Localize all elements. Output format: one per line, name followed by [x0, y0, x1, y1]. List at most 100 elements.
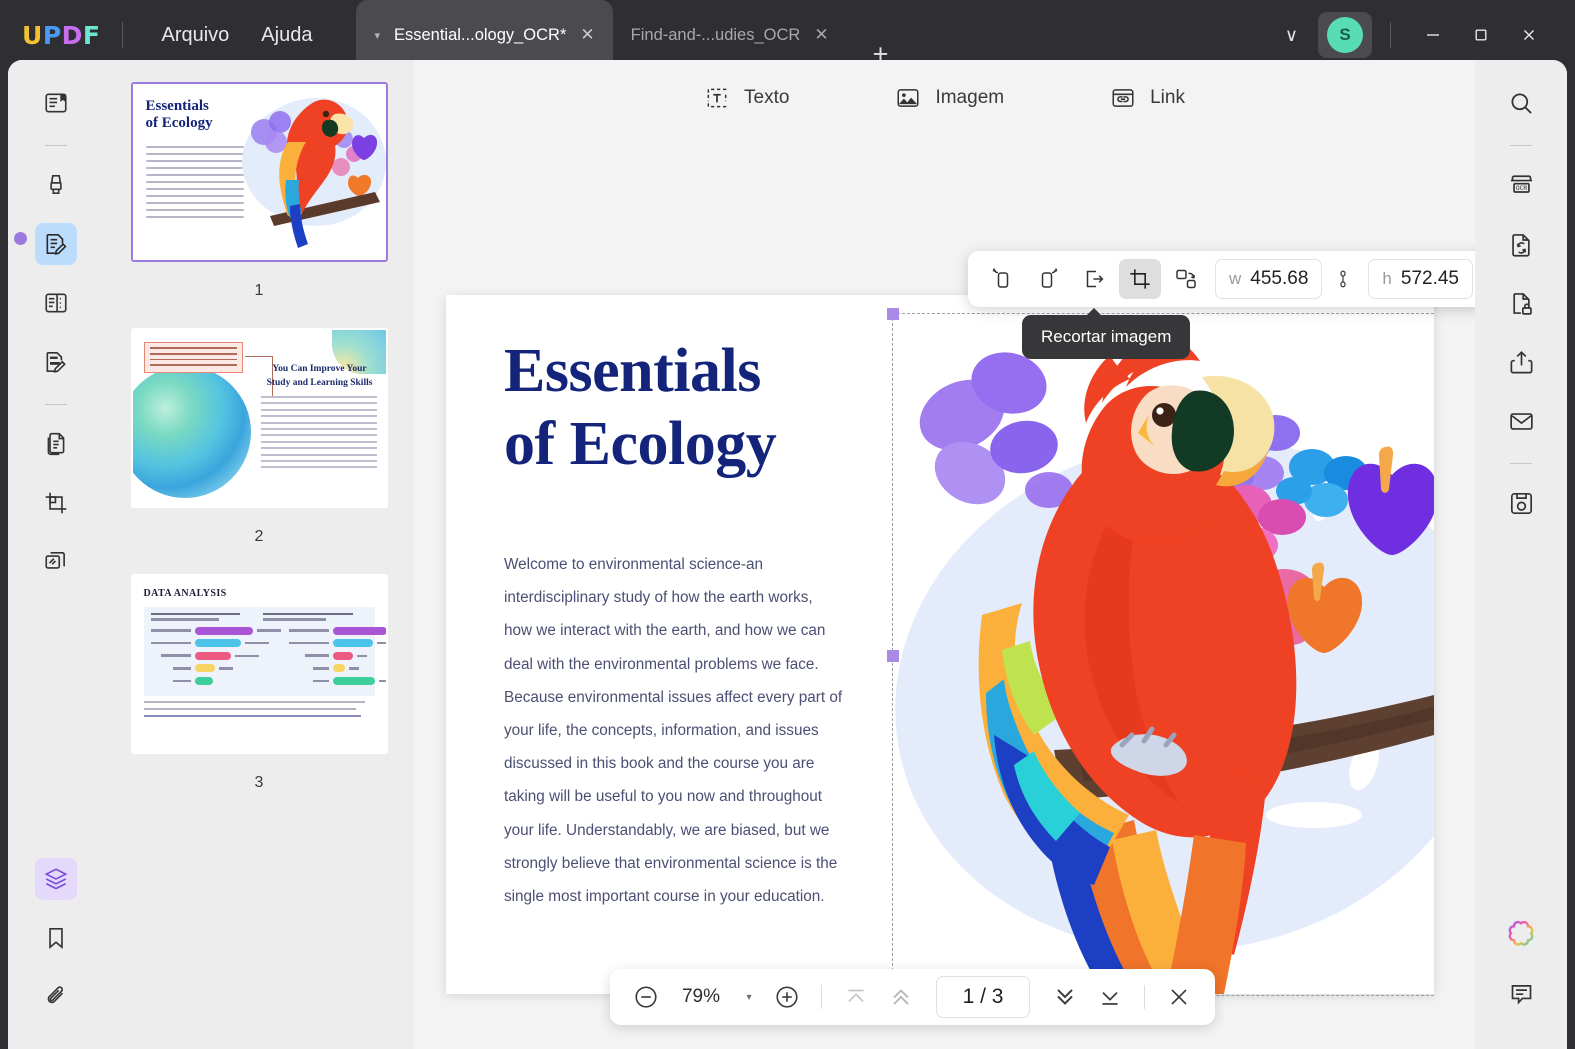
page-navigation-toolbar[interactable]: 79% ▾ 1 / 3	[610, 969, 1215, 1025]
sidebar-item-attachment[interactable]	[35, 976, 77, 1018]
document-area: Texto Imagem Link Essentials of Ecology …	[414, 60, 1475, 1049]
sidebar-item-edit-pdf[interactable]	[35, 223, 77, 265]
sidebar-item-comment[interactable]	[35, 341, 77, 383]
link-ratio-toggle[interactable]	[1326, 269, 1360, 289]
menu-arquivo[interactable]: Arquivo	[145, 18, 245, 53]
thumb1-parrot-illustration	[241, 99, 386, 248]
minimize-button[interactable]	[1409, 15, 1457, 55]
tab-list-chevron-icon[interactable]: ∨	[1265, 25, 1318, 46]
divider	[1144, 985, 1145, 1009]
divider	[821, 985, 822, 1009]
width-key-label: w	[1229, 269, 1242, 288]
tab-close-icon[interactable]: ✕	[814, 25, 828, 45]
divider	[122, 22, 124, 48]
close-toolbar-button[interactable]	[1159, 977, 1199, 1017]
tool-label: Imagem	[935, 87, 1005, 108]
updf-logo[interactable]: UPDF	[22, 21, 100, 50]
tool-texto[interactable]: Texto	[694, 78, 799, 118]
width-value: 455.68	[1250, 268, 1309, 289]
svg-text:OCR: OCR	[1515, 185, 1527, 192]
extract-image-button[interactable]	[1073, 259, 1115, 299]
divider	[1390, 22, 1391, 48]
sidebar-item-bookmark[interactable]	[35, 917, 77, 959]
previous-page-button[interactable]	[881, 977, 921, 1017]
zoom-level[interactable]: 79%	[671, 986, 731, 1008]
next-page-button[interactable]	[1045, 977, 1085, 1017]
zoom-in-button[interactable]	[767, 977, 807, 1017]
comment-balloon-icon	[1511, 984, 1531, 1005]
convert-icon	[1511, 233, 1530, 257]
search-button[interactable]	[1500, 82, 1542, 124]
pdf-page-1[interactable]: Essentials of Ecology Welcome to environm…	[446, 251, 1475, 996]
sidebar-item-highlighter[interactable]	[35, 164, 77, 206]
tool-link[interactable]: Link	[1100, 78, 1195, 118]
right-toolbar: OCR	[1475, 60, 1567, 1049]
convert-button[interactable]	[1500, 223, 1542, 265]
tool-label: Texto	[744, 87, 790, 108]
page-indicator[interactable]: 1 / 3	[936, 976, 1030, 1018]
divider	[45, 404, 67, 405]
zoom-out-button[interactable]	[626, 977, 666, 1017]
rotate-left-button[interactable]	[981, 259, 1023, 299]
maximize-button[interactable]	[1457, 15, 1505, 55]
protect-button[interactable]	[1500, 282, 1542, 324]
tab-close-icon[interactable]: ✕	[580, 25, 594, 45]
crop-image-button[interactable]	[1119, 259, 1161, 299]
image-float-toolbar[interactable]: w 455.68 h 572.45	[968, 251, 1475, 307]
ocr-button[interactable]: OCR	[1500, 164, 1542, 206]
email-icon	[1509, 412, 1533, 430]
image-width-field[interactable]: w 455.68	[1215, 259, 1323, 299]
rotate-right-button[interactable]	[1027, 259, 1069, 299]
ai-assistant-button[interactable]	[1500, 913, 1542, 955]
save-icon	[1510, 492, 1532, 514]
sidebar-item-layers[interactable]	[35, 858, 77, 900]
thumbnail-page-number: 3	[254, 774, 264, 791]
share-icon	[1510, 350, 1532, 373]
last-page-button[interactable]	[1090, 977, 1130, 1017]
thumbnail-page-number: 1	[254, 282, 264, 299]
crop-image-tooltip: Recortar imagem	[1022, 308, 1191, 359]
thumbnail-item-3[interactable]: DATA ANALYSIS 3	[130, 574, 388, 792]
sidebar-item-reader[interactable]	[35, 82, 77, 124]
share-button[interactable]	[1500, 341, 1542, 383]
menu-ajuda[interactable]: Ajuda	[245, 18, 328, 53]
thumb1-title: Essentials of Ecology	[145, 98, 213, 131]
save-button[interactable]	[1500, 482, 1542, 524]
zoom-dropdown-chevron-icon[interactable]: ▾	[736, 992, 762, 1003]
sidebar-item-organize-pages[interactable]	[35, 423, 77, 465]
tab-label: Find-and-...udies_OCR	[630, 25, 801, 44]
close-window-button[interactable]	[1505, 15, 1553, 55]
thumbnail-panel[interactable]: Essentials of Ecology 1 You Can Improve …	[104, 60, 414, 1049]
thumbnail-item-1[interactable]: Essentials of Ecology 1	[130, 82, 388, 300]
thumbnail-image-3[interactable]: DATA ANALYSIS	[130, 574, 388, 754]
first-page-button[interactable]	[836, 977, 876, 1017]
height-key-label: h	[1382, 269, 1392, 288]
protect-icon	[1512, 292, 1532, 315]
thumbnail-image-2[interactable]: You Can Improve Your Study and Learning S…	[130, 328, 388, 508]
panel-collapse-handle[interactable]	[14, 232, 27, 245]
email-button[interactable]	[1500, 400, 1542, 442]
search-icon	[1510, 92, 1532, 114]
page-canvas[interactable]: Essentials of Ecology Welcome to environm…	[414, 136, 1475, 1049]
avatar: S	[1327, 17, 1363, 53]
tool-imagem[interactable]: Imagem	[885, 78, 1014, 118]
replace-image-button[interactable]	[1165, 259, 1207, 299]
thumbnail-image-1[interactable]: Essentials of Ecology	[130, 82, 388, 262]
sidebar-item-crop-page[interactable]	[35, 482, 77, 524]
parrot-image[interactable]	[894, 295, 1434, 994]
ai-assistant-icon	[1508, 920, 1534, 946]
page-paragraph: Welcome to environmental science-an inte…	[504, 556, 843, 905]
parrot-illustration	[895, 337, 1434, 994]
image-icon	[897, 89, 919, 107]
chevron-down-icon[interactable]: ▾	[374, 29, 380, 42]
sidebar-item-batch[interactable]	[35, 541, 77, 583]
divider	[1510, 145, 1532, 146]
text-icon	[707, 88, 727, 108]
height-value: 572.45	[1400, 268, 1459, 289]
image-height-field[interactable]: h 572.45	[1368, 259, 1473, 299]
account-button[interactable]: S	[1318, 12, 1372, 58]
comments-button[interactable]	[1500, 972, 1542, 1014]
sidebar-item-form[interactable]	[35, 282, 77, 324]
divider	[45, 145, 67, 146]
thumbnail-item-2[interactable]: You Can Improve Your Study and Learning S…	[130, 328, 388, 546]
